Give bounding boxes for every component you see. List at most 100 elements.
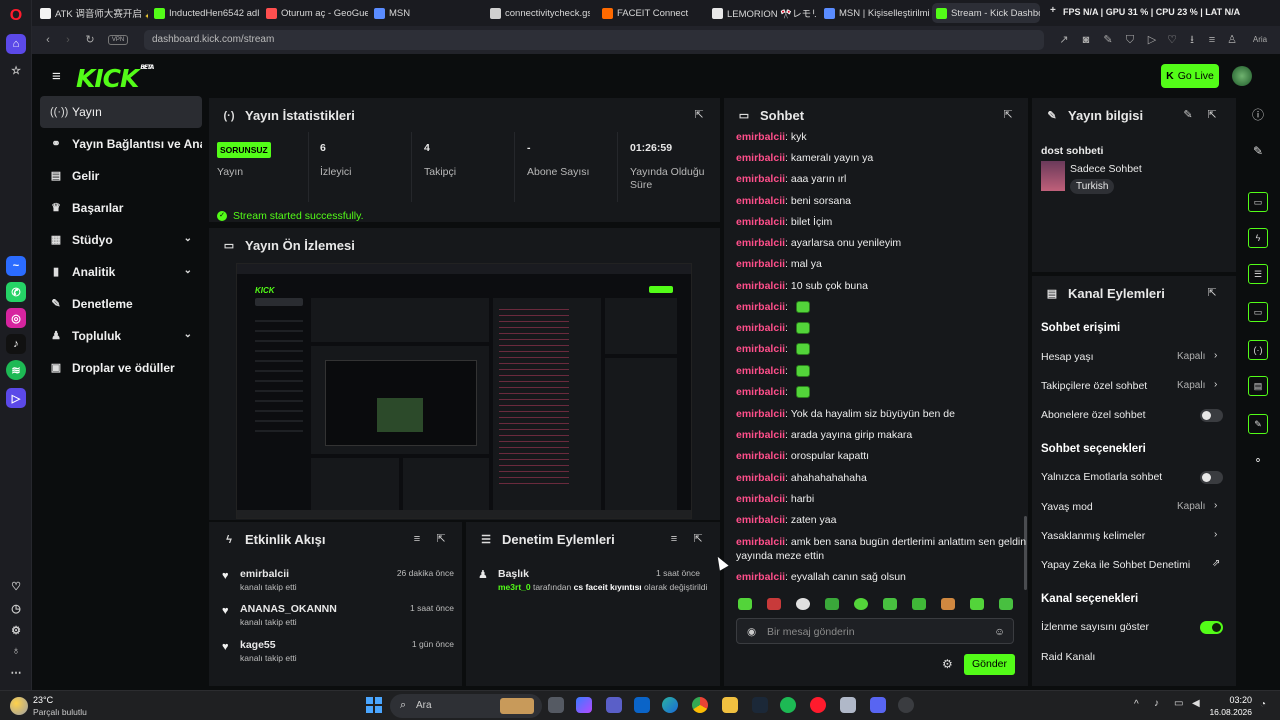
vpn-badge[interactable]: VPN [108,35,128,45]
popout-icon[interactable]: ⇱ [435,533,447,545]
lightning-widget-icon[interactable]: ϟ [1248,228,1268,248]
popout-icon[interactable]: ⇱ [692,533,704,545]
chat-input[interactable]: ◉ Bir mesaj gönderin ☺ [736,618,1014,644]
browser-tab[interactable]: MSN [370,3,478,23]
chat-scrollbar[interactable] [1024,516,1027,590]
network-icon[interactable]: ▭ [1174,698,1183,709]
heart-outline-icon[interactable]: ♡ [1166,34,1178,46]
category-name[interactable]: Sadece Sohbet [1070,163,1142,175]
tips-icon[interactable]: ♁ [6,641,26,661]
raid-channel-setting[interactable]: Raid Kanalı [1041,651,1095,663]
steam-icon[interactable] [752,697,768,713]
feed-user[interactable]: kage55 [240,639,276,651]
windows-start-icon[interactable] [366,697,382,713]
sliders-widget-icon[interactable]: ▤ [1248,376,1268,396]
download-icon[interactable]: ⭳ [1186,34,1198,46]
chat-username[interactable]: emirbalcii [736,536,785,548]
go-live-button[interactable]: K Go Live [1161,64,1219,88]
speed-dial-icon[interactable]: ☆ [6,60,26,80]
chat-username[interactable]: emirbalcii [736,301,785,313]
history-icon[interactable]: ◷ [6,598,26,618]
chat-username[interactable]: emirbalcii [736,258,785,270]
emote-icon[interactable] [795,301,810,314]
send-button[interactable]: Gönder [964,654,1015,675]
tiktok-icon[interactable]: ♪ [6,334,26,354]
chat-username[interactable]: emirbalcii [736,237,785,249]
emote-button[interactable] [912,598,926,610]
browser-tab[interactable]: connectivitycheck.gstatic. [486,3,590,23]
hamburger-menu-icon[interactable]: ≡ [52,68,61,85]
list-widget-icon[interactable]: ☰ [1248,264,1268,284]
emote-button[interactable] [970,598,984,610]
chat-username[interactable]: emirbalcii [736,173,785,185]
chat-username[interactable]: emirbalcii [736,152,785,164]
teams-icon[interactable] [606,697,622,713]
chevron-down-icon[interactable]: ⌄ [184,265,192,276]
opera-logo-icon[interactable]: O [6,6,26,26]
mod-action-user[interactable]: me3rt_0 [498,582,531,592]
browser-tab[interactable]: ATK 调音师大赛开启 ✨ - [36,3,148,23]
home-icon[interactable]: ⌂ [6,34,26,54]
forward-icon[interactable]: › [62,34,74,46]
nav-item[interactable]: ♟ Topluluk ⌄ [40,320,202,352]
app-icon[interactable] [898,697,914,713]
copilot-icon[interactable] [576,697,592,713]
popout-icon[interactable]: ⇱ [1002,109,1014,121]
more-icon[interactable]: ⋯ [6,662,26,682]
chat-username[interactable]: emirbalcii [736,472,785,484]
nav-item[interactable]: ▣ Droplar ve ödüller [40,352,202,384]
emoji-icon[interactable]: ☺ [994,619,1005,645]
discord-icon[interactable] [870,697,886,713]
nav-item[interactable]: ▤ Gelir [40,160,202,192]
edit-icon[interactable]: ✎ [1182,109,1194,121]
browser-tab[interactable]: LEMORION 🎌レモリオン (@ [708,3,816,23]
chat-username[interactable]: emirbalcii [736,429,785,441]
broadcast-widget-icon[interactable]: (·) [1248,340,1268,360]
edge-icon[interactable] [662,697,678,713]
show-viewers-toggle[interactable] [1200,621,1223,634]
chevron-right-icon[interactable]: › [1214,500,1217,511]
browser-tab[interactable]: MSN | Kişiselleştirilmiş Ha [820,3,930,23]
chevron-right-icon[interactable]: › [1214,350,1217,361]
emote-button[interactable] [825,598,839,610]
emote-icon[interactable] [795,365,810,378]
chevron-down-icon[interactable]: ⌄ [184,329,192,340]
chat-widget-icon[interactable]: ▭ [1248,302,1268,322]
followers-only-setting[interactable]: Takipçilere özel sohbet [1041,380,1147,392]
popout-icon[interactable]: ⇱ [693,109,705,121]
popout-icon[interactable]: ⇱ [1206,287,1218,299]
chevron-right-icon[interactable]: › [1214,529,1217,540]
share-icon[interactable]: ⚬ [1248,452,1268,472]
filter-icon[interactable]: ≡ [668,533,680,545]
clock-date[interactable]: 16.08.2026 [1200,707,1252,717]
chat-username[interactable]: emirbalcii [736,386,785,398]
edit-icon[interactable]: ✎ [1102,34,1114,46]
chat-username[interactable]: emirbalcii [736,280,785,292]
stream-preview-video[interactable]: KICK [236,263,692,519]
outlook-icon[interactable] [634,697,650,713]
account-age-setting[interactable]: Hesap yaşı [1041,351,1094,363]
chat-username[interactable]: emirbalcii [736,571,785,583]
chevron-right-icon[interactable]: › [1214,379,1217,390]
shield-icon[interactable]: ⛉ [1124,34,1136,46]
menu-icon[interactable]: ≡ [1206,34,1218,46]
pen-icon[interactable]: ✎ [1248,142,1268,162]
chat-username[interactable]: emirbalcii [736,216,785,228]
emote-button[interactable] [854,598,868,610]
emote-button[interactable] [738,598,752,610]
chat-username[interactable]: emirbalcii [736,365,785,377]
chat-username[interactable]: emirbalcii [736,343,785,355]
aria-button[interactable]: Aria [1248,34,1272,46]
clock-time[interactable]: 03:20 [1212,695,1252,705]
reload-icon[interactable]: ↻ [84,34,96,46]
browser-tab[interactable]: Oturum aç - GeoGuessr [262,3,368,23]
chevron-down-icon[interactable]: ⌄ [184,233,192,244]
popout-icon[interactable]: ⇱ [1206,109,1218,121]
camera-icon[interactable]: ◙ [1080,34,1092,46]
whatsapp-icon[interactable]: ✆ [6,282,26,302]
file-explorer-icon[interactable] [722,697,738,713]
wrench-widget-icon[interactable]: ✎ [1248,414,1268,434]
emote-button[interactable] [883,598,897,610]
mic-icon[interactable]: ♪ [1154,698,1159,709]
subs-only-toggle[interactable] [1200,409,1223,422]
